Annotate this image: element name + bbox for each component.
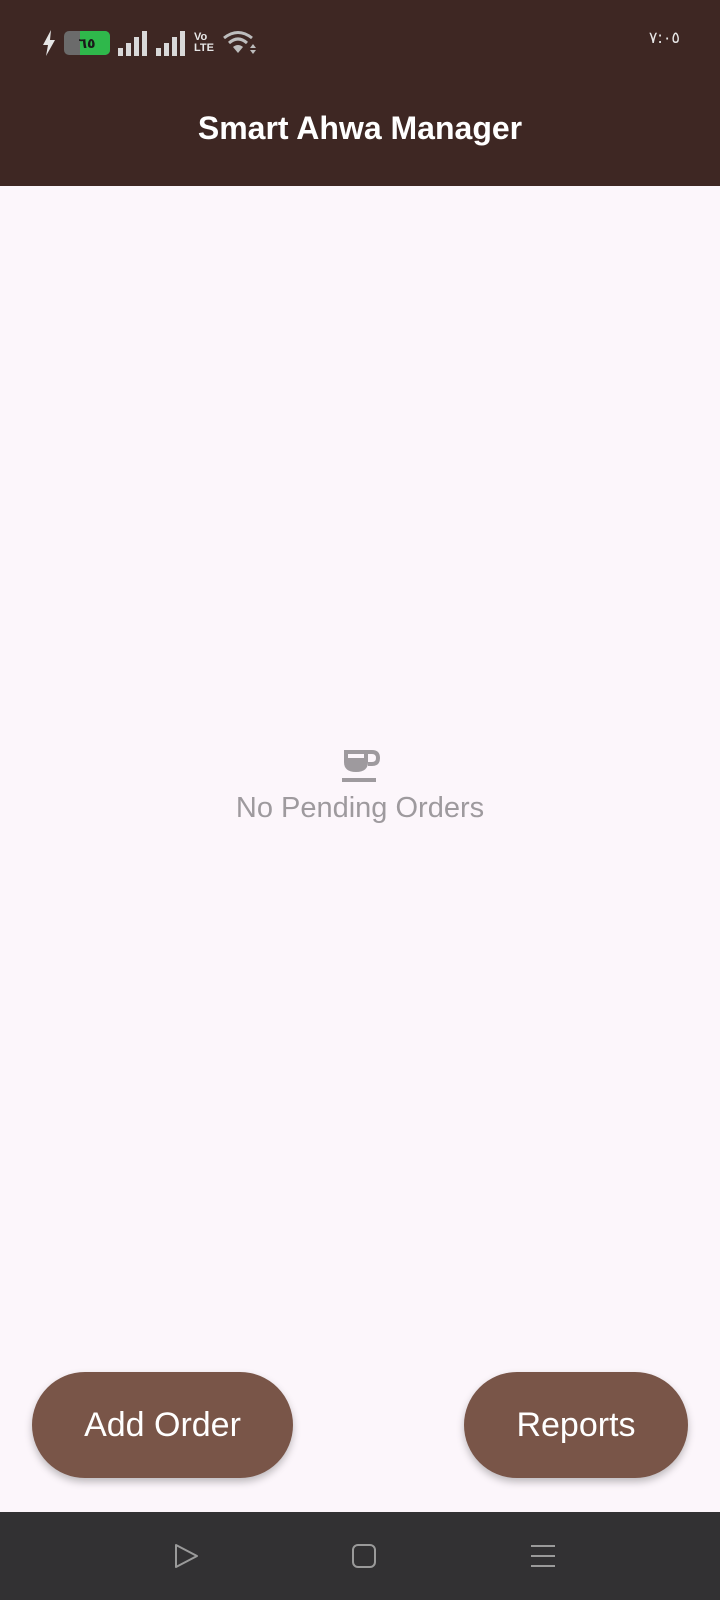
signal-icon bbox=[156, 31, 185, 56]
volte-bottom-label: LTE bbox=[194, 42, 214, 54]
back-icon[interactable] bbox=[170, 1540, 202, 1572]
coffee-cup-icon bbox=[342, 750, 380, 782]
recents-icon[interactable] bbox=[527, 1540, 559, 1572]
home-icon[interactable] bbox=[348, 1540, 380, 1572]
add-order-button[interactable]: Add Order bbox=[32, 1372, 293, 1478]
status-clock: ٧:٠٥ bbox=[648, 28, 680, 47]
battery-icon: ٦٥ bbox=[64, 31, 110, 55]
empty-state-message: No Pending Orders bbox=[235, 792, 485, 824]
add-order-label: Add Order bbox=[84, 1405, 241, 1444]
reports-label: Reports bbox=[516, 1405, 636, 1444]
system-nav-bar bbox=[0, 1512, 720, 1600]
app-screen: ٦٥ Vo LTE ٧:٠٥ Smart Ahwa Manager No Pen… bbox=[0, 0, 720, 1600]
volte-icon: Vo LTE bbox=[194, 32, 214, 54]
app-bar: Smart Ahwa Manager bbox=[0, 86, 720, 186]
charging-icon bbox=[43, 30, 55, 56]
app-title: Smart Ahwa Manager bbox=[197, 109, 523, 146]
status-icons: ٦٥ Vo LTE bbox=[42, 28, 266, 58]
wifi-icon bbox=[223, 31, 256, 54]
reports-button[interactable]: Reports bbox=[464, 1372, 688, 1478]
empty-state: No Pending Orders bbox=[0, 746, 720, 825]
status-bar: ٦٥ Vo LTE ٧:٠٥ bbox=[0, 0, 720, 86]
signal-icon bbox=[118, 31, 147, 56]
battery-level: ٦٥ bbox=[78, 34, 96, 51]
